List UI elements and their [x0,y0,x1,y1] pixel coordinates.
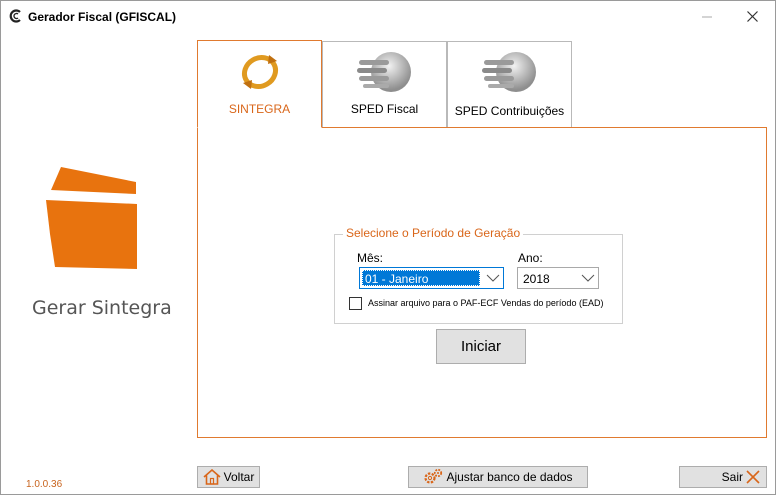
tab-sintegra-label: SINTEGRA [228,102,291,116]
app-icon [9,9,21,23]
sintegra-logo [46,167,137,269]
month-label: Mês: [357,251,384,265]
title-bar: Gerador Fiscal (GFISCAL) [1,1,775,32]
month-select[interactable]: 01 - Janeiro [359,267,504,289]
chevron-down-icon [581,274,595,282]
sign-ead-checkbox[interactable] [349,297,362,310]
tab-sintegra[interactable]: SINTEGRA [197,40,322,128]
year-select-value: 2018 [523,272,550,286]
back-button[interactable]: Voltar [197,466,260,488]
year-label: Ano: [518,251,543,265]
period-group-legend: Selecione o Período de Geração [343,226,524,240]
tab-sped-fiscal[interactable]: SPED Fiscal [322,41,447,127]
close-button[interactable] [729,1,775,32]
start-button[interactable]: Iniciar [436,329,526,364]
exit-button-label: Sair [721,470,743,484]
minimize-button[interactable] [684,1,730,32]
month-select-value: 01 - Janeiro [362,270,480,286]
period-group: Selecione o Período de Geração Mês: Ano:… [334,226,623,324]
exit-button[interactable]: Sair [679,466,767,488]
adjust-database-button[interactable]: Ajustar banco de dados [408,466,588,488]
module-heading: Gerar Sintegra [32,297,172,319]
sign-ead-checkbox-label[interactable]: Assinar arquivo para o PAF-ECF Vendas do… [368,298,603,308]
sped-globe-icon [356,52,411,92]
tab-content-panel: Selecione o Período de Geração Mês: Ano:… [197,127,767,438]
tab-sped-contribuicoes[interactable]: SPED Contribuições [447,41,572,127]
sintegra-sync-icon [241,54,278,90]
sped-globe-icon [481,52,536,92]
year-select[interactable]: 2018 [517,267,599,289]
minimize-icon [702,16,712,17]
home-icon [203,469,221,485]
tab-sped-fiscal-label: SPED Fiscal [350,102,419,116]
gears-icon [423,468,443,486]
version-label: 1.0.0.36 [26,479,63,490]
main-window: Gerador Fiscal (GFISCAL) Gerar Sintegra … [0,0,776,495]
adjust-database-button-label: Ajustar banco de dados [446,470,573,484]
tab-sped-contribuicoes-label: SPED Contribuições [454,104,565,118]
close-icon [746,11,758,22]
back-button-label: Voltar [223,470,255,484]
chevron-down-icon [486,274,500,282]
close-x-icon [746,470,760,484]
window-title: Gerador Fiscal (GFISCAL) [28,10,177,24]
